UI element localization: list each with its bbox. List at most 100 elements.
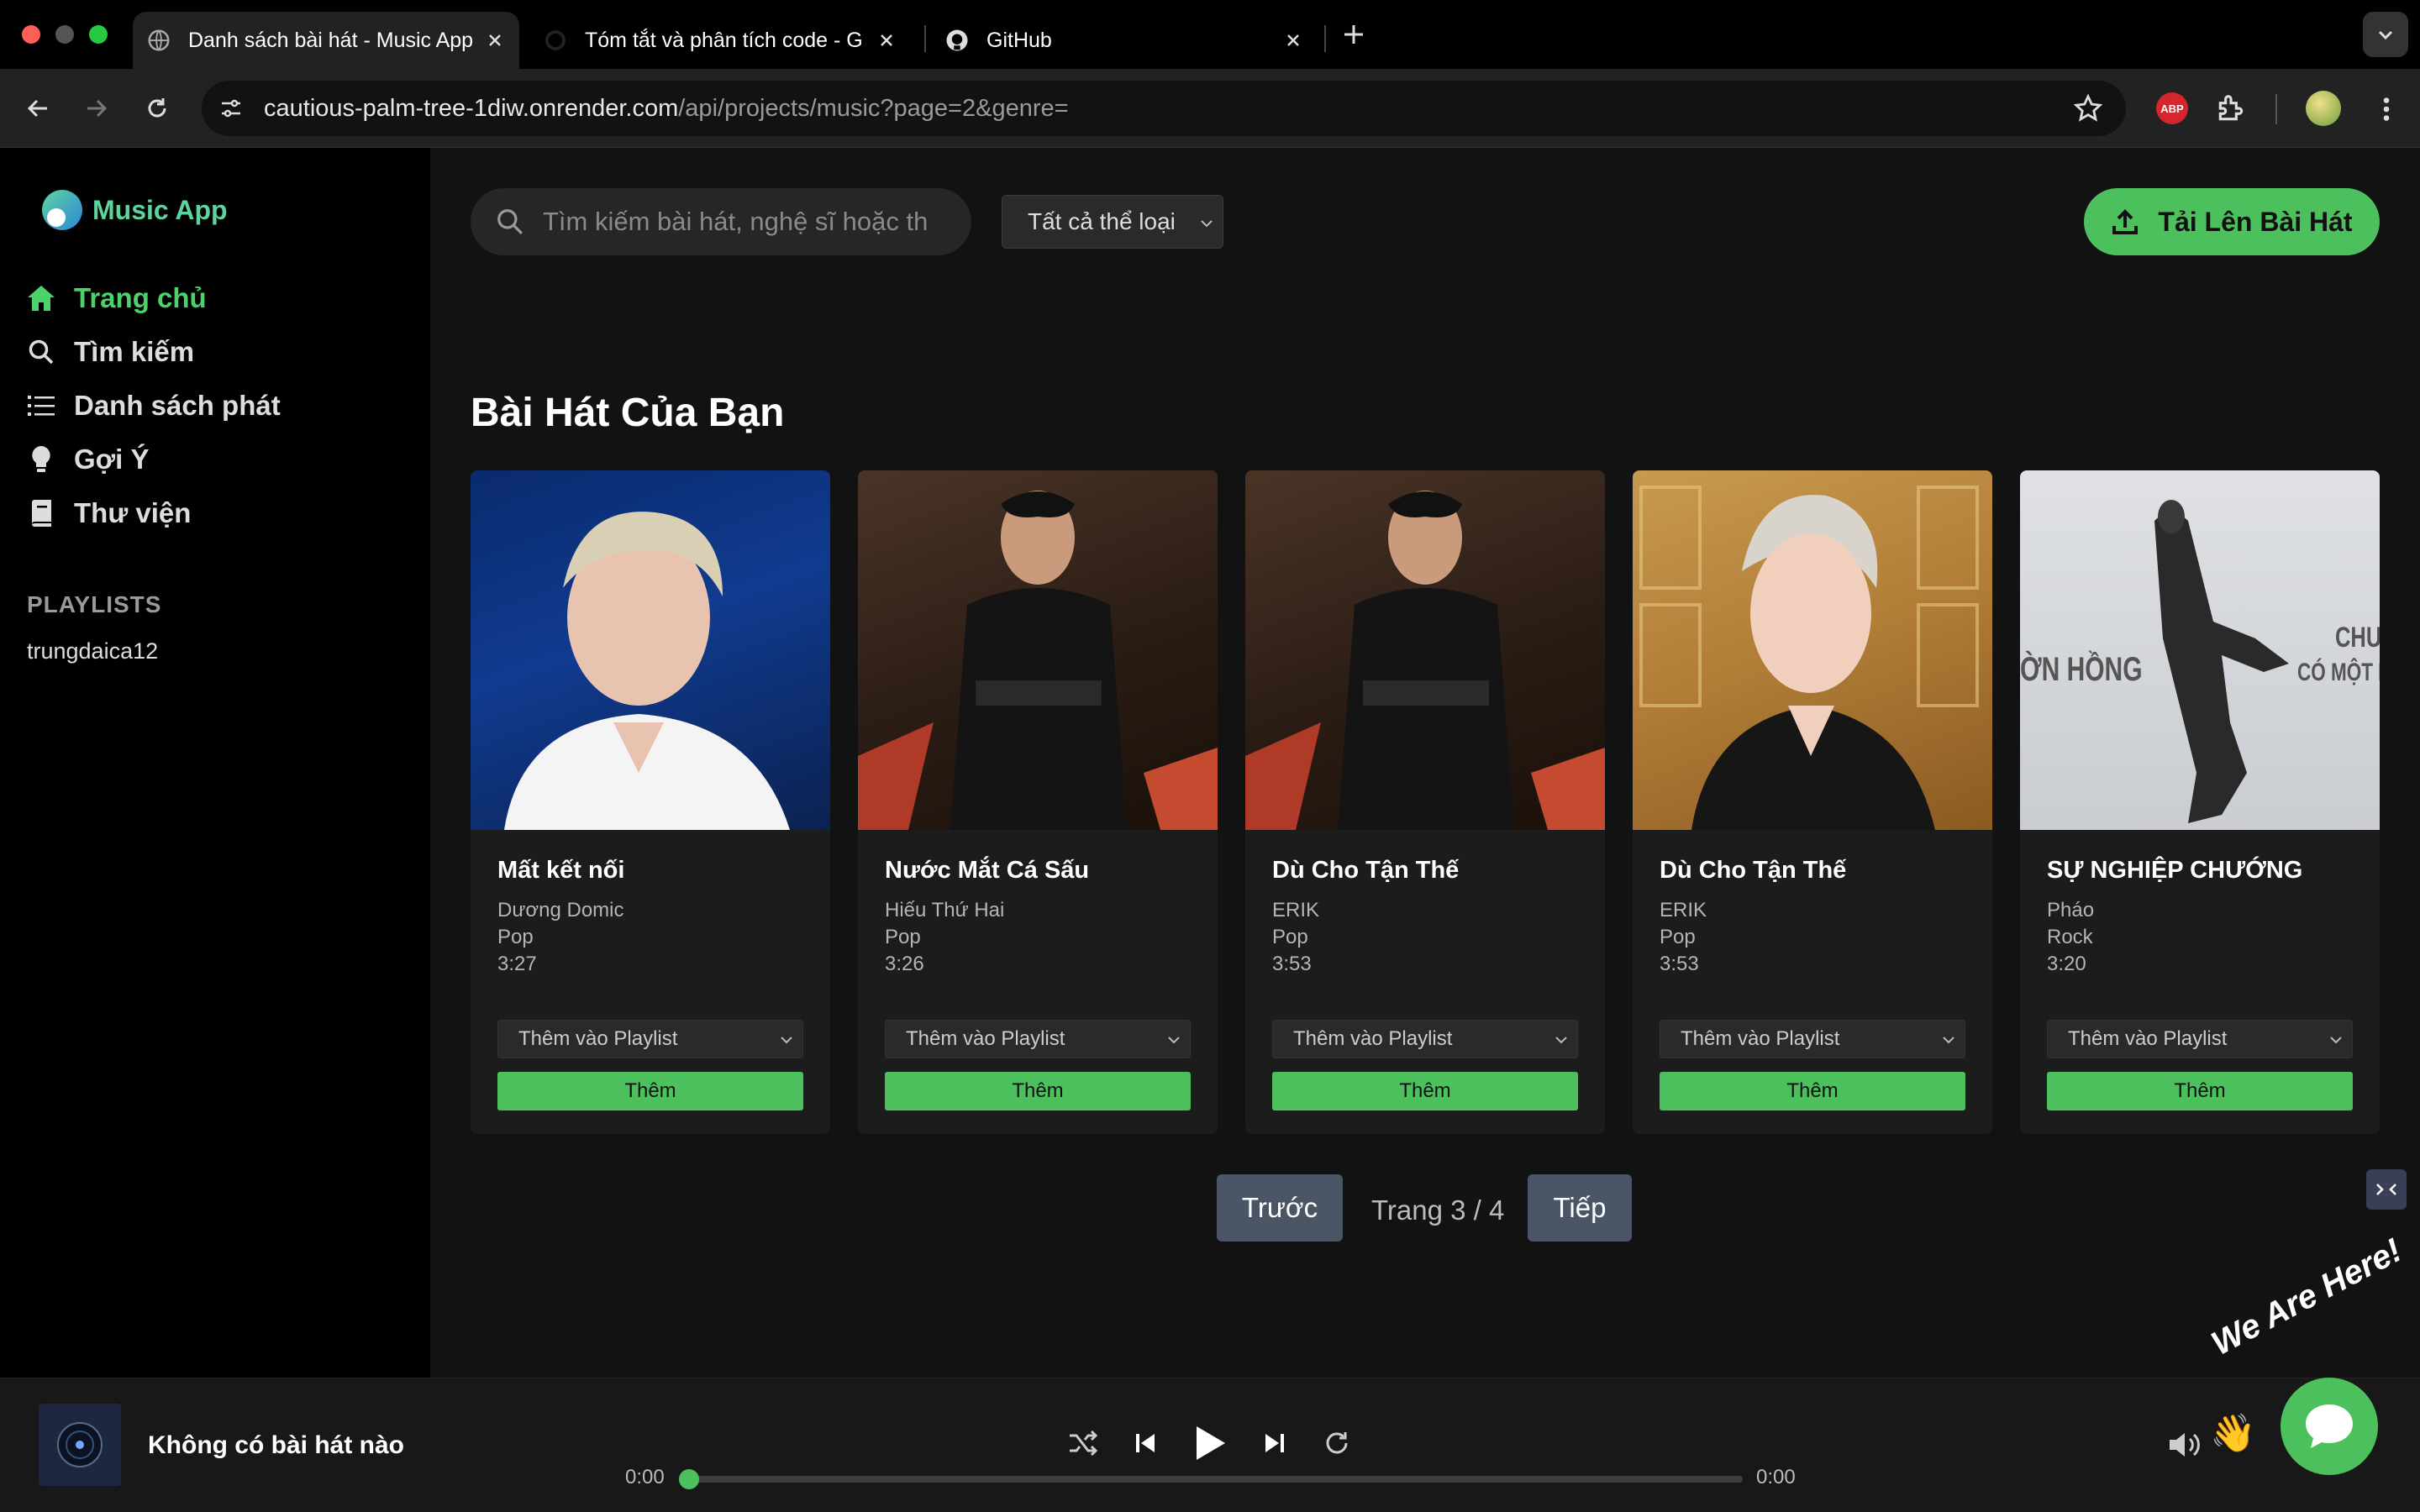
globe-icon [148,29,170,51]
adblock-extension-icon[interactable]: ABP [2156,92,2188,124]
address-bar[interactable]: cautious-palm-tree-1diw.onrender.com/api… [202,81,2126,136]
upload-label: Tải Lên Bài Hát [2158,206,2353,237]
url-host: cautious-palm-tree-1diw.onrender.com [264,95,679,122]
add-to-playlist-select[interactable]: Thêm vào Playlist [1272,1020,1578,1058]
song-duration: 3:26 [885,953,924,975]
play-button[interactable] [1186,1422,1234,1464]
volume-icon [2170,1433,2200,1457]
bookmark-star-icon[interactable] [2074,94,2102,123]
progress-thumb[interactable] [679,1469,699,1489]
add-to-playlist-select[interactable]: Thêm vào Playlist [885,1020,1191,1058]
sidebar-item-library[interactable]: Thư viện [25,497,191,529]
song-card[interactable]: Nước Mắt Cá Sấu Hiếu Thứ Hai Pop 3:26 Th… [858,470,1218,1134]
main-content: Tìm kiếm bài hát, nghệ sĩ hoặc th Tất cả… [430,148,2420,1378]
close-tab-icon[interactable] [874,28,899,53]
section-title: Bài Hát Của Bạn [471,391,785,435]
song-cover-image [471,470,830,830]
add-to-playlist-select[interactable]: Thêm vào Playlist [497,1020,803,1058]
sidebar-item-search[interactable]: Tìm kiếm [25,336,194,368]
add-to-playlist-button[interactable]: Thêm [1272,1072,1578,1110]
close-tab-icon[interactable] [482,28,508,53]
site-settings-icon[interactable] [218,96,244,121]
shuffle-icon [1070,1431,1098,1456]
song-genre: Pop [1660,926,1696,948]
page-indicator: Trang 3 / 4 [1371,1194,1505,1226]
sidebar-item-suggestions[interactable]: Gợi Ý [25,444,149,475]
list-icon [25,390,57,422]
upload-icon [2112,209,2139,234]
album-art-text: ỜN HỒNG [2020,650,2143,688]
song-artist: Pháo [2047,899,2095,921]
sidebar-playlist-item[interactable]: trungdaica12 [27,638,158,664]
extensions-puzzle-icon[interactable] [2215,92,2247,124]
song-card[interactable]: Dù Cho Tận Thế ERIK Pop 3:53 Thêm vào Pl… [1245,470,1605,1134]
album-art-text: CÓ MỘT NG [2297,658,2380,686]
sidebar-item-playlist[interactable]: Danh sách phát [25,390,281,422]
tab-title: Tóm tắt và phân tích code - G [585,28,863,52]
song-genre: Pop [497,926,534,948]
upload-song-button[interactable]: Tải Lên Bài Hát [2084,188,2380,255]
arrow-right-icon [87,99,108,118]
toolbar-divider [2275,94,2277,124]
genre-select-value: Tất cả thể loại [1028,208,1176,234]
chevron-down-icon [781,1037,792,1044]
reload-button[interactable] [136,87,178,129]
add-to-playlist-select-value: Thêm vào Playlist [2068,1027,2228,1050]
add-to-playlist-button[interactable]: Thêm [885,1072,1191,1110]
shuffle-button[interactable] [1062,1422,1104,1464]
song-cover-image [1633,470,1992,830]
add-to-playlist-button[interactable]: Thêm [2047,1072,2353,1110]
add-to-playlist-select-value: Thêm vào Playlist [1681,1027,1840,1050]
back-button[interactable] [17,87,59,129]
forward-button[interactable] [76,87,118,129]
current-time: 0:00 [625,1466,665,1488]
chevron-down-icon [2378,30,2393,40]
reload-icon [148,98,166,118]
previous-page-button[interactable]: Trước [1217,1174,1343,1242]
album-art-text: CHUYỆ [2335,621,2380,653]
song-card[interactable]: ỜN HỒNG CHUYỆ CÓ MỘT NG SỰ NGHIỆP CHƯỚNG… [2020,470,2380,1134]
play-icon [1197,1426,1225,1460]
sidebar-item-home[interactable]: Trang chủ [25,282,207,314]
add-to-playlist-button[interactable]: Thêm [497,1072,803,1110]
lightbulb-icon [25,444,57,475]
maximize-window-button[interactable] [89,25,108,44]
sidebar-item-label: Thư viện [74,497,192,528]
close-window-button[interactable] [22,25,40,44]
song-title: Dù Cho Tận Thế [1660,857,1847,884]
tab-search-button[interactable] [2363,12,2408,57]
song-artist: Hiếu Thứ Hai [885,899,1005,921]
chat-widget-button[interactable] [2281,1378,2378,1475]
song-card[interactable]: Dù Cho Tận Thế ERIK Pop 3:53 Thêm vào Pl… [1633,470,1992,1134]
previous-track-button[interactable] [1124,1422,1166,1464]
new-tab-button[interactable] [1341,22,1366,47]
next-page-button[interactable]: Tiếp [1528,1174,1632,1242]
tab-music-app[interactable]: Danh sách bài hát - Music App [133,12,519,69]
volume-button[interactable] [2168,1431,2203,1459]
repeat-button[interactable] [1316,1422,1358,1464]
add-to-playlist-select[interactable]: Thêm vào Playlist [2047,1020,2353,1058]
brand[interactable]: Music App [42,190,228,230]
song-duration: 3:53 [1660,953,1699,975]
close-tab-icon[interactable] [1281,28,1306,53]
minimize-window-button[interactable] [55,25,74,44]
add-to-playlist-select-value: Thêm vào Playlist [1293,1027,1453,1050]
tab-github[interactable]: GitHub [931,12,1318,69]
more-vertical-icon[interactable] [2371,94,2402,124]
chevron-down-icon [1168,1037,1180,1044]
playlists-heading: PLAYLISTS [27,591,162,617]
add-to-playlist-button[interactable]: Thêm [1660,1072,1965,1110]
brand-name: Music App [92,194,228,225]
devtools-toggle-icon[interactable] [2366,1169,2407,1210]
profile-avatar[interactable] [2306,91,2341,126]
tab-code-summary[interactable]: Tóm tắt và phân tích code - G [529,12,911,69]
genre-select[interactable]: Tất cả thể loại [1002,195,1223,249]
next-track-button[interactable] [1254,1422,1296,1464]
search-input[interactable]: Tìm kiếm bài hát, nghệ sĩ hoặc th [471,188,971,255]
song-cover-image: ỜN HỒNG CHUYỆ CÓ MỘT NG [2020,470,2380,830]
song-card[interactable]: Mất kết nối Dương Domic Pop 3:27 Thêm và… [471,470,830,1134]
song-title: Dù Cho Tận Thế [1272,857,1460,884]
add-to-playlist-select[interactable]: Thêm vào Playlist [1660,1020,1965,1058]
progress-bar[interactable] [679,1469,1743,1489]
tab-title: GitHub [986,28,1052,52]
